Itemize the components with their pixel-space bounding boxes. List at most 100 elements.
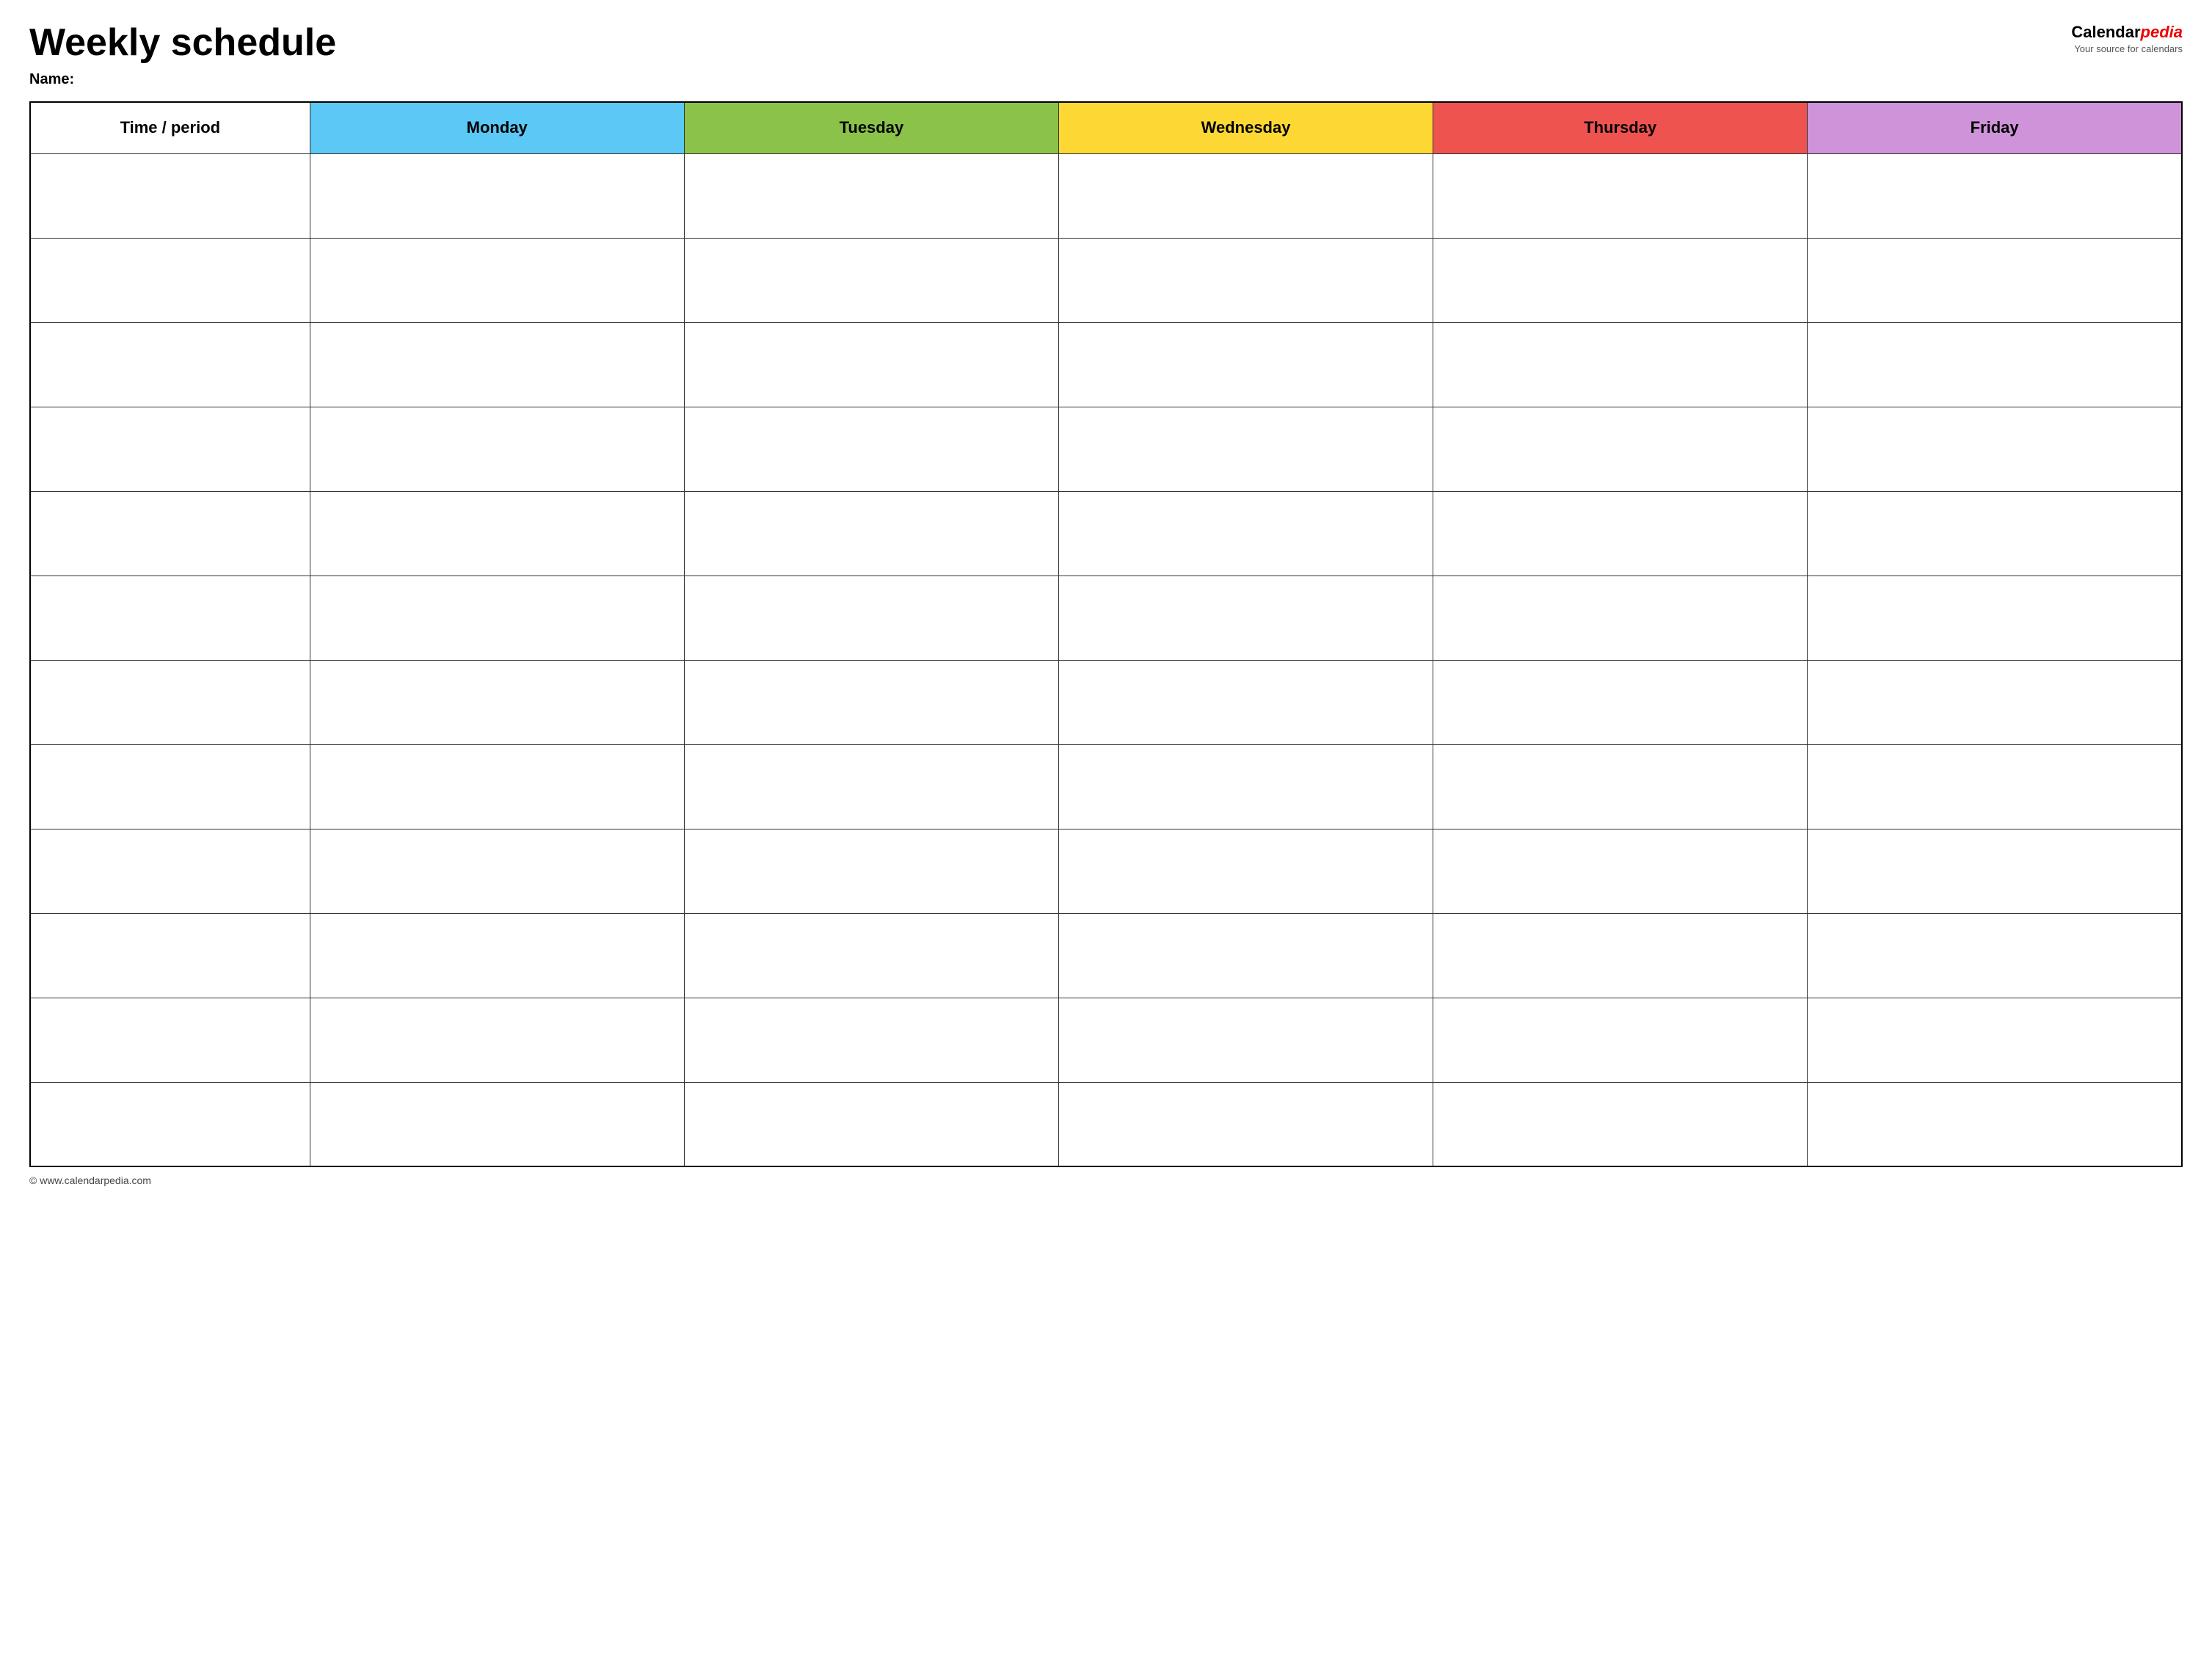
schedule-cell[interactable] bbox=[1058, 744, 1433, 829]
schedule-cell[interactable] bbox=[310, 322, 684, 407]
time-cell[interactable] bbox=[30, 407, 310, 491]
time-cell[interactable] bbox=[30, 322, 310, 407]
schedule-cell[interactable] bbox=[1808, 1082, 2182, 1166]
header-monday: Monday bbox=[310, 102, 684, 153]
schedule-cell[interactable] bbox=[1433, 660, 1808, 744]
schedule-cell[interactable] bbox=[1433, 491, 1808, 576]
schedule-cell[interactable] bbox=[1433, 1082, 1808, 1166]
schedule-cell[interactable] bbox=[310, 744, 684, 829]
page-header: Weekly schedule Calendarpedia Your sourc… bbox=[29, 22, 2183, 64]
logo-area: Calendarpedia Your source for calendars bbox=[2071, 22, 2183, 55]
schedule-cell[interactable] bbox=[684, 829, 1058, 913]
schedule-cell[interactable] bbox=[310, 491, 684, 576]
schedule-cell[interactable] bbox=[1058, 238, 1433, 322]
schedule-cell[interactable] bbox=[1808, 153, 2182, 238]
schedule-cell[interactable] bbox=[1808, 998, 2182, 1082]
time-cell[interactable] bbox=[30, 998, 310, 1082]
schedule-cell[interactable] bbox=[684, 491, 1058, 576]
schedule-cell[interactable] bbox=[1433, 913, 1808, 998]
name-label: Name: bbox=[29, 71, 2183, 88]
table-row bbox=[30, 576, 2182, 660]
schedule-cell[interactable] bbox=[1808, 407, 2182, 491]
header-tuesday: Tuesday bbox=[684, 102, 1058, 153]
table-row bbox=[30, 491, 2182, 576]
table-row bbox=[30, 660, 2182, 744]
time-cell[interactable] bbox=[30, 660, 310, 744]
time-cell[interactable] bbox=[30, 829, 310, 913]
time-cell[interactable] bbox=[30, 913, 310, 998]
schedule-cell[interactable] bbox=[1808, 829, 2182, 913]
table-row bbox=[30, 744, 2182, 829]
schedule-cell[interactable] bbox=[1058, 407, 1433, 491]
schedule-cell[interactable] bbox=[1808, 744, 2182, 829]
schedule-cell[interactable] bbox=[684, 576, 1058, 660]
schedule-cell[interactable] bbox=[1433, 998, 1808, 1082]
schedule-cell[interactable] bbox=[310, 576, 684, 660]
schedule-cell[interactable] bbox=[684, 322, 1058, 407]
schedule-cell[interactable] bbox=[684, 913, 1058, 998]
time-cell[interactable] bbox=[30, 491, 310, 576]
table-row bbox=[30, 153, 2182, 238]
schedule-cell[interactable] bbox=[684, 153, 1058, 238]
schedule-cell[interactable] bbox=[310, 407, 684, 491]
title-area: Weekly schedule bbox=[29, 22, 336, 64]
schedule-cell[interactable] bbox=[684, 407, 1058, 491]
schedule-cell[interactable] bbox=[1433, 829, 1808, 913]
schedule-cell[interactable] bbox=[684, 1082, 1058, 1166]
schedule-cell[interactable] bbox=[1058, 829, 1433, 913]
schedule-cell[interactable] bbox=[310, 1082, 684, 1166]
schedule-cell[interactable] bbox=[1433, 153, 1808, 238]
schedule-cell[interactable] bbox=[1808, 660, 2182, 744]
logo-calendar: Calendarpedia bbox=[2071, 22, 2183, 43]
schedule-cell[interactable] bbox=[1058, 491, 1433, 576]
schedule-cell[interactable] bbox=[310, 913, 684, 998]
logo-tagline: Your source for calendars bbox=[2071, 43, 2183, 56]
schedule-cell[interactable] bbox=[310, 998, 684, 1082]
schedule-cell[interactable] bbox=[1058, 576, 1433, 660]
table-row bbox=[30, 322, 2182, 407]
schedule-cell[interactable] bbox=[1058, 660, 1433, 744]
schedule-cell[interactable] bbox=[1433, 322, 1808, 407]
schedule-cell[interactable] bbox=[684, 660, 1058, 744]
logo-pedia: pedia bbox=[2141, 23, 2183, 41]
table-row bbox=[30, 829, 2182, 913]
schedule-cell[interactable] bbox=[1808, 322, 2182, 407]
table-row bbox=[30, 913, 2182, 998]
schedule-cell[interactable] bbox=[1058, 998, 1433, 1082]
schedule-cell[interactable] bbox=[310, 660, 684, 744]
schedule-cell[interactable] bbox=[1058, 913, 1433, 998]
time-cell[interactable] bbox=[30, 238, 310, 322]
schedule-cell[interactable] bbox=[310, 153, 684, 238]
schedule-cell[interactable] bbox=[1058, 1082, 1433, 1166]
table-row bbox=[30, 407, 2182, 491]
schedule-cell[interactable] bbox=[684, 744, 1058, 829]
schedule-cell[interactable] bbox=[1808, 913, 2182, 998]
header-wednesday: Wednesday bbox=[1058, 102, 1433, 153]
footer: © www.calendarpedia.com bbox=[29, 1175, 2183, 1186]
time-cell[interactable] bbox=[30, 744, 310, 829]
page-title: Weekly schedule bbox=[29, 22, 336, 64]
time-cell[interactable] bbox=[30, 153, 310, 238]
schedule-cell[interactable] bbox=[684, 998, 1058, 1082]
schedule-cell[interactable] bbox=[1058, 322, 1433, 407]
table-row bbox=[30, 998, 2182, 1082]
time-cell[interactable] bbox=[30, 1082, 310, 1166]
schedule-cell[interactable] bbox=[1433, 238, 1808, 322]
schedule-cell[interactable] bbox=[1433, 576, 1808, 660]
schedule-table: Time / period Monday Tuesday Wednesday T… bbox=[29, 101, 2183, 1167]
schedule-cell[interactable] bbox=[1808, 238, 2182, 322]
schedule-cell[interactable] bbox=[1058, 153, 1433, 238]
time-cell[interactable] bbox=[30, 576, 310, 660]
schedule-cell[interactable] bbox=[1433, 744, 1808, 829]
table-row bbox=[30, 238, 2182, 322]
schedule-cell[interactable] bbox=[1433, 407, 1808, 491]
schedule-cell[interactable] bbox=[310, 238, 684, 322]
schedule-cell[interactable] bbox=[684, 238, 1058, 322]
header-friday: Friday bbox=[1808, 102, 2182, 153]
logo-calendar-text: Calendar bbox=[2071, 23, 2140, 41]
schedule-cell[interactable] bbox=[1808, 491, 2182, 576]
header-time: Time / period bbox=[30, 102, 310, 153]
header-thursday: Thursday bbox=[1433, 102, 1808, 153]
schedule-cell[interactable] bbox=[310, 829, 684, 913]
schedule-cell[interactable] bbox=[1808, 576, 2182, 660]
